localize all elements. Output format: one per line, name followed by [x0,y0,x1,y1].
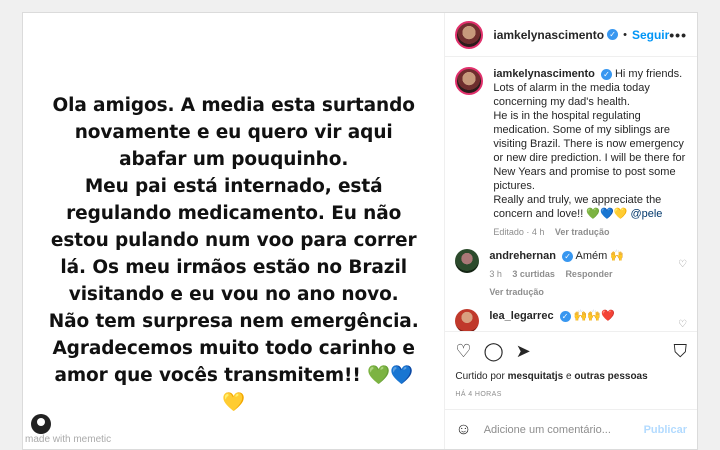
post-sidebar: iamkelynascimento ✓ • Seguir ••• iamkely… [445,13,697,449]
liked-by-prefix: Curtido por [455,371,508,382]
commenter-avatar[interactable] [455,309,480,331]
post-time[interactable]: HÁ 4 HORAS [445,387,697,409]
comments-section[interactable]: iamkelynascimento ✓ Hi my friends. Lots … [445,57,697,331]
memetic-logo-icon [31,414,51,434]
post-line: visitando e eu vou no ano novo. [68,284,399,305]
liked-by: Curtido por mesquitatjs e outras pessoas [445,371,697,387]
caption-avatar[interactable] [455,67,484,95]
post-line: regulando medicamento. Eu não [66,203,402,224]
comment-input[interactable]: Adicione um comentário... [484,424,611,436]
comment-like-heart-icon[interactable]: ♡ [678,259,687,270]
more-options-icon[interactable]: ••• [669,27,687,43]
author-avatar[interactable] [455,20,484,49]
share-icon[interactable]: ➤ [516,341,531,362]
add-comment-bar: ☺ Adicione um comentário... Publicar [445,409,697,449]
post-image: Ola amigos. A media esta surtando novame… [23,13,446,449]
caption-username[interactable]: iamkelynascimento [493,68,595,80]
post-line: Ola amigos. A media esta surtando [52,95,415,116]
comment-translate-button[interactable]: Ver tradução [489,287,544,297]
verified-badge-icon: ✓ [607,29,619,40]
watermark: made with memetic [23,414,111,445]
caption-text: Hi my friends. Lots of alarm in the medi… [493,68,686,220]
mention-link[interactable]: @pele [630,208,662,220]
post-line: lá. Os meu irmãos estão no Brazil [60,257,407,278]
verified-badge-icon: ✓ [559,310,571,322]
post-line: Agradecemos muito todo carinho e [52,338,415,359]
comment-item: lea_legarrec ✓ 🙌🙌❤️ ♡ [455,309,687,331]
comment-text: 🙌🙌❤️ [573,310,615,322]
separator-dot: • [623,28,627,41]
action-bar: ♡ ◯ ➤ ⛉ [445,331,697,371]
post-line: estou pulando num voo para correr [50,230,417,251]
comment-username[interactable]: andrehernan [489,250,556,262]
caption: iamkelynascimento ✓ Hi my friends. Lots … [455,67,687,239]
post-line: Não tem surpresa nem emergência. [48,311,419,332]
bookmark-icon[interactable]: ⛉ [674,341,688,362]
comment-time: 3 h [489,269,502,279]
emoji-icon[interactable]: ☺ [455,421,471,439]
heart-icon[interactable]: ♡ [455,341,471,362]
post-image-text: Ola amigos. A media esta surtando novame… [43,92,424,416]
liked-by-middle: e [563,371,575,382]
verified-badge-icon: ✓ [562,250,574,262]
liked-by-user[interactable]: mesquitatjs [508,371,564,382]
comment-item: andrehernan ✓ Amém 🙌 3 h 3 curtidas Resp… [455,249,687,299]
comment-text: Amém 🙌 [575,250,625,262]
post-line: Meu pai está internado, está [84,176,383,197]
author-username[interactable]: iamkelynascimento [493,28,604,42]
post-line: amor que vocês transmitem!! 💚💙💛 [54,365,413,413]
post-modal: Ola amigos. A media esta surtando novame… [22,12,698,450]
comment-like-heart-icon[interactable]: ♡ [678,319,687,330]
post-line: abafar um pouquinho. [119,149,349,170]
comment-likes[interactable]: 3 curtidas [512,269,555,279]
post-header: iamkelynascimento ✓ • Seguir ••• [445,13,697,57]
comment-username[interactable]: lea_legarrec [489,310,553,322]
comment-icon[interactable]: ◯ [484,341,504,362]
liked-by-others[interactable]: outras pessoas [574,371,647,382]
caption-edited: Editado · 4 h [493,227,545,237]
post-line: novamente e eu quero vir aqui [74,122,393,143]
caption-translate-button[interactable]: Ver tradução [555,227,610,237]
verified-badge-icon: ✓ [600,68,612,80]
commenter-avatar[interactable] [455,249,480,273]
reply-button[interactable]: Responder [565,269,612,279]
publish-button[interactable]: Publicar [644,424,687,436]
follow-button[interactable]: Seguir [632,28,669,42]
watermark-text: made with memetic [25,434,112,445]
